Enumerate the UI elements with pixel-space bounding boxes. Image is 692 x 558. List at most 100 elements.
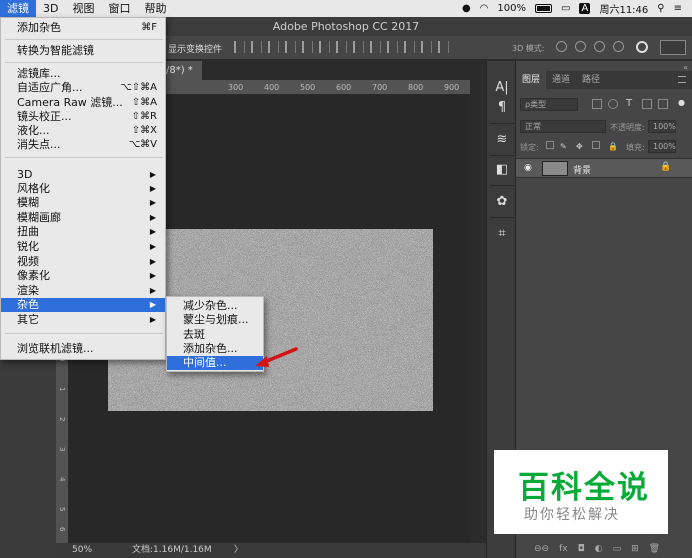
search-icon[interactable]: [636, 41, 648, 53]
submenu-item-despeckle[interactable]: 去斑: [167, 328, 263, 342]
menu-view[interactable]: 视图: [65, 0, 101, 17]
distribute-bottom-icon[interactable]: [370, 41, 381, 53]
adjustment-layer-icon[interactable]: ◐: [595, 544, 603, 554]
menu-item-pixelate[interactable]: 像素化 ▶: [1, 269, 165, 283]
menu-item-blur-gallery[interactable]: 模糊画廊 ▶: [1, 211, 165, 225]
menu-help[interactable]: 帮助: [137, 0, 173, 17]
menu-item-render[interactable]: 渲染 ▶: [1, 284, 165, 298]
menu-item-vanishing-point[interactable]: 消失点... ⌥⌘V: [1, 138, 165, 152]
menu-item-stylize[interactable]: 风格化 ▶: [1, 182, 165, 196]
lock-transparent-icon[interactable]: [546, 141, 554, 149]
menu-item-shortcut: ⇧⌘A: [131, 97, 157, 108]
roll-3d-icon[interactable]: [575, 41, 586, 52]
lock-label: 锁定:: [520, 143, 539, 152]
status-menu-arrow[interactable]: 〉: [234, 543, 243, 558]
menu-item-browse-filters-online[interactable]: 浏览联机滤镜...: [1, 342, 165, 356]
distribute-top-icon[interactable]: [336, 41, 347, 53]
filter-pixel-icon[interactable]: [592, 99, 602, 109]
menu-item-blur[interactable]: 模糊 ▶: [1, 196, 165, 210]
opacity-label: 不透明度:: [610, 123, 645, 132]
filter-adjustment-icon[interactable]: [608, 99, 618, 109]
tab-layers[interactable]: 图层: [516, 71, 547, 89]
menu-item-sharpen[interactable]: 锐化 ▶: [1, 240, 165, 254]
opacity-input[interactable]: 100%: [648, 120, 676, 133]
menu-item-convert-smart-filter[interactable]: 转换为智能滤镜: [1, 44, 165, 58]
menu-filter[interactable]: 滤镜: [0, 0, 36, 17]
filter-smart-object-icon[interactable]: [658, 99, 668, 109]
distribute-vcenter-icon[interactable]: [353, 41, 364, 53]
drag-3d-icon[interactable]: [594, 41, 605, 52]
document-tab[interactable]: /8*) *: [160, 61, 202, 80]
filter-shape-icon[interactable]: [642, 99, 652, 109]
align-right-icon[interactable]: [319, 41, 330, 53]
submenu-item-dust-scratches[interactable]: 蒙尘与划痕...: [167, 313, 263, 327]
panel-menu-icon[interactable]: [678, 76, 686, 83]
show-transform-label: 显示变换控件: [168, 45, 223, 55]
control-center-icon[interactable]: ≡: [674, 3, 682, 14]
menu-item-liquify[interactable]: 液化... ⇧⌘X: [1, 124, 165, 138]
menu-item-other[interactable]: 其它 ▶: [1, 313, 165, 327]
menu-window[interactable]: 窗口: [101, 0, 137, 17]
lock-position-icon[interactable]: ✥: [576, 142, 583, 151]
link-layers-icon[interactable]: ⊖⊖: [534, 544, 549, 554]
add-mask-icon[interactable]: ◘: [578, 544, 585, 554]
filter-type-icon[interactable]: T: [626, 98, 632, 109]
menu-item-last-filter[interactable]: 添加杂色 ⌘F: [1, 21, 165, 35]
slide-3d-icon[interactable]: [613, 41, 624, 52]
clock[interactable]: 周六11:46: [599, 1, 648, 16]
spotlight-icon[interactable]: ⚲: [657, 3, 664, 14]
character-icon[interactable]: A|: [493, 79, 511, 97]
submenu-item-median[interactable]: 中间值...: [167, 356, 263, 370]
layer-filter-kind[interactable]: ρ类型: [520, 98, 578, 111]
visibility-eye-icon[interactable]: ◉: [524, 163, 532, 173]
menu-item-camera-raw[interactable]: Camera Raw 滤镜... ⇧⌘A: [1, 96, 165, 110]
zoom-level[interactable]: 50%: [72, 543, 92, 558]
submenu-item-add-noise[interactable]: 添加杂色...: [167, 342, 263, 356]
fill-input[interactable]: 100%: [648, 140, 676, 153]
submenu-item-reduce-noise[interactable]: 减少杂色...: [167, 299, 263, 313]
filter-toggle-icon[interactable]: ●: [678, 98, 685, 107]
rotate-3d-icon[interactable]: [556, 41, 567, 52]
delete-layer-icon[interactable]: 🗑: [649, 544, 660, 554]
menu-3d[interactable]: 3D: [36, 0, 65, 17]
lock-pixels-icon[interactable]: ✎: [560, 142, 567, 151]
tab-paths[interactable]: 路径: [576, 71, 606, 89]
blend-mode-select[interactable]: 正常: [520, 120, 606, 133]
airplay-icon[interactable]: ▭: [561, 3, 570, 14]
layers-stack-icon[interactable]: ≋: [493, 131, 511, 149]
align-hcenter-icon[interactable]: [302, 41, 313, 53]
new-layer-icon[interactable]: ⊞: [631, 544, 639, 554]
menu-item-filter-gallery[interactable]: 滤镜库...: [1, 67, 165, 81]
menu-item-3d[interactable]: 3D ▶: [1, 168, 165, 182]
auto-align-icon[interactable]: [438, 41, 449, 53]
crop-icon[interactable]: ⌗: [493, 225, 511, 243]
align-bottom-icon[interactable]: [268, 41, 279, 53]
menu-item-distort[interactable]: 扭曲 ▶: [1, 225, 165, 239]
adjustments-icon[interactable]: ◧: [493, 161, 511, 179]
menu-item-video[interactable]: 视频 ▶: [1, 255, 165, 269]
menu-item-noise[interactable]: 杂色 ▶: [1, 298, 165, 312]
tab-channels[interactable]: 通道: [546, 71, 576, 89]
layer-style-icon[interactable]: fx: [559, 544, 568, 554]
lock-artboard-icon[interactable]: [592, 141, 600, 149]
submenu-arrow-icon: ▶: [149, 170, 156, 179]
align-left-icon[interactable]: [285, 41, 296, 53]
menu-item-lens-correction[interactable]: 镜头校正... ⇧⌘R: [1, 110, 165, 124]
distribute-left-icon[interactable]: [387, 41, 398, 53]
align-top-icon[interactable]: [234, 41, 245, 53]
paragraph-icon[interactable]: ¶: [493, 99, 511, 117]
layer-row-background[interactable]: ◉ 背景 🔒: [516, 158, 692, 178]
battery-icon[interactable]: [535, 4, 552, 13]
menu-item-adaptive-wide-angle[interactable]: 自适应广角... ⌥⇧⌘A: [1, 81, 165, 95]
layer-name[interactable]: 背景: [573, 163, 591, 176]
new-group-icon[interactable]: ▭: [613, 544, 622, 554]
libraries-icon[interactable]: ✿: [493, 193, 511, 211]
workspace-switcher[interactable]: [660, 40, 686, 55]
align-vcenter-icon[interactable]: [251, 41, 262, 53]
notification-icon[interactable]: ●: [462, 3, 471, 14]
lock-all-icon[interactable]: 🔒: [608, 142, 618, 151]
distribute-hcenter-icon[interactable]: [404, 41, 415, 53]
wifi-icon[interactable]: ◠: [480, 3, 489, 14]
input-source-icon[interactable]: A: [579, 3, 591, 14]
distribute-right-icon[interactable]: [421, 41, 432, 53]
